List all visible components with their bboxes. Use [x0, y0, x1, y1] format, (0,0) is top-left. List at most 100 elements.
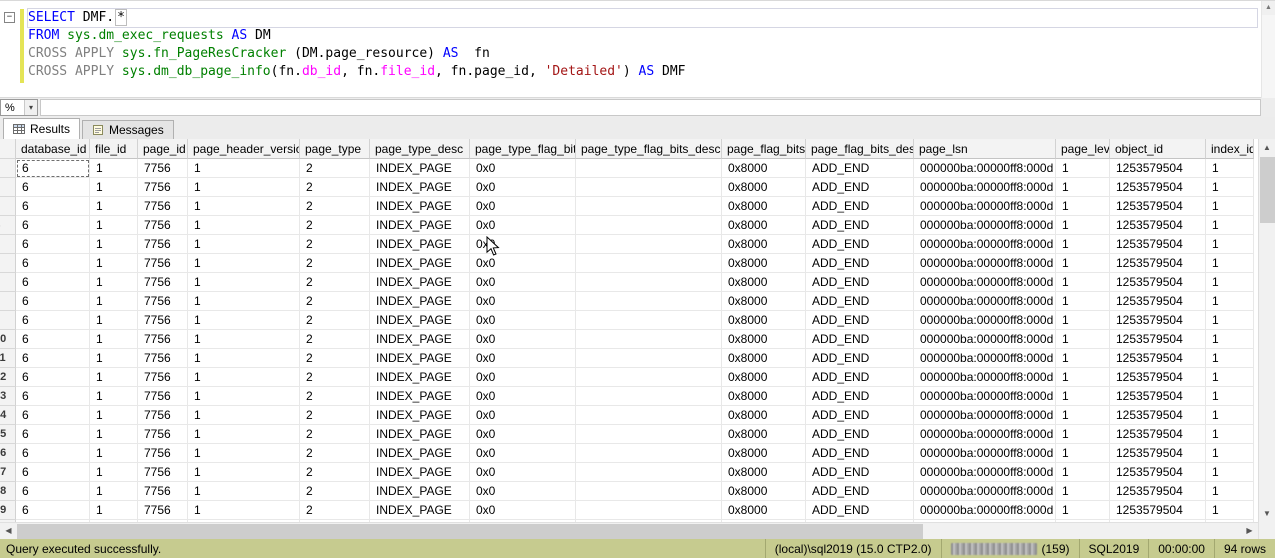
grid-cell[interactable]: 1 — [90, 292, 138, 311]
grid-cell[interactable]: 0x8000 — [722, 292, 806, 311]
grid-cell[interactable]: 1 — [1056, 292, 1110, 311]
grid-cell[interactable]: 1 — [1056, 349, 1110, 368]
grid-cell[interactable]: 2 — [300, 463, 370, 482]
grid-cell[interactable]: 1253579504 — [1110, 292, 1206, 311]
grid-cell[interactable]: 1 — [1056, 273, 1110, 292]
row-header[interactable]: 1 — [0, 159, 16, 178]
grid-cell[interactable]: 1 — [1056, 444, 1110, 463]
column-header[interactable]: page_header_version — [188, 139, 300, 159]
grid-cell[interactable]: 000000ba:00000ff8:000d — [914, 463, 1056, 482]
row-header[interactable]: 19 — [0, 501, 16, 520]
grid-cell[interactable]: 000000ba:00000ff8:000d — [914, 482, 1056, 501]
grid-cell[interactable]: 0x8000 — [722, 273, 806, 292]
column-header[interactable]: index_id — [1206, 139, 1254, 159]
grid-cell[interactable]: 7756 — [138, 387, 188, 406]
grid-cell[interactable]: 6 — [16, 254, 90, 273]
grid-cell[interactable]: 000000ba:00000ff8:000d — [914, 311, 1056, 330]
grid-cell[interactable]: 0x8000 — [722, 349, 806, 368]
scroll-right-icon[interactable]: ▶ — [1241, 523, 1258, 539]
grid-cell[interactable]: 1 — [188, 178, 300, 197]
grid-cell[interactable]: 6 — [16, 482, 90, 501]
grid-cell[interactable]: 000000ba:00000ff8:000d — [914, 292, 1056, 311]
grid-cell[interactable]: 0x0 — [470, 311, 576, 330]
code-fold-icon[interactable]: − — [4, 12, 15, 23]
grid-cell[interactable] — [576, 387, 722, 406]
grid-cell[interactable]: 1 — [1206, 387, 1254, 406]
grid-cell[interactable]: 7756 — [138, 159, 188, 178]
grid-cell[interactable]: 1 — [188, 425, 300, 444]
grid-cell[interactable]: 7756 — [138, 178, 188, 197]
grid-cell[interactable]: 1 — [1206, 235, 1254, 254]
grid-cell[interactable] — [576, 311, 722, 330]
grid-cell[interactable]: 000000ba:00000ff8:000d — [914, 425, 1056, 444]
row-header[interactable]: 8 — [0, 292, 16, 311]
grid-cell[interactable]: 1 — [90, 425, 138, 444]
grid-cell[interactable]: 6 — [16, 273, 90, 292]
grid-cell[interactable]: 1 — [1206, 273, 1254, 292]
grid-cell[interactable]: 000000ba:00000ff8:000d — [914, 178, 1056, 197]
chevron-down-icon[interactable]: ▾ — [24, 100, 37, 115]
grid-cell[interactable]: INDEX_PAGE — [370, 273, 470, 292]
grid-cell[interactable]: 6 — [16, 463, 90, 482]
grid-cell[interactable]: 2 — [300, 501, 370, 520]
grid-cell[interactable]: 1 — [1056, 159, 1110, 178]
grid-cell[interactable]: 1 — [90, 254, 138, 273]
row-header[interactable]: 2 — [0, 178, 16, 197]
grid-cell[interactable]: 1 — [188, 501, 300, 520]
code-lines[interactable]: SELECT DMF.*FROM sys.dm_exec_requests AS… — [28, 9, 1257, 81]
column-header[interactable]: file_id — [90, 139, 138, 159]
grid-cell[interactable]: INDEX_PAGE — [370, 425, 470, 444]
grid-cell[interactable]: 1253579504 — [1110, 159, 1206, 178]
grid-cell[interactable]: 1253579504 — [1110, 197, 1206, 216]
grid-cell[interactable]: ADD_END — [806, 349, 914, 368]
grid-cell[interactable]: 1 — [90, 406, 138, 425]
grid-cell[interactable]: 2 — [300, 444, 370, 463]
grid-cell[interactable]: INDEX_PAGE — [370, 254, 470, 273]
grid-cell[interactable]: ADD_END — [806, 197, 914, 216]
grid-cell[interactable]: 7756 — [138, 254, 188, 273]
grid-cell[interactable]: 1 — [90, 482, 138, 501]
grid-cell[interactable]: 1 — [188, 463, 300, 482]
grid-cell[interactable]: 1 — [1206, 501, 1254, 520]
grid-cell[interactable]: ADD_END — [806, 501, 914, 520]
grid-cell[interactable]: 1 — [1206, 159, 1254, 178]
code-line[interactable]: CROSS APPLY sys.dm_db_page_info(fn.db_id… — [28, 63, 1257, 81]
row-header[interactable]: 10 — [0, 330, 16, 349]
grid-cell[interactable]: 6 — [16, 159, 90, 178]
grid-cell[interactable]: 6 — [16, 349, 90, 368]
grid-cell[interactable]: 1 — [90, 159, 138, 178]
grid-cell[interactable]: 1 — [90, 197, 138, 216]
grid-cell[interactable]: ADD_END — [806, 235, 914, 254]
grid-cell[interactable]: 1 — [1056, 387, 1110, 406]
grid-cell[interactable]: ADD_END — [806, 273, 914, 292]
grid-cell[interactable] — [576, 159, 722, 178]
grid-cell[interactable]: 1 — [90, 311, 138, 330]
grid-cell[interactable]: ADD_END — [806, 292, 914, 311]
grid-cell[interactable]: 6 — [16, 216, 90, 235]
grid-cell[interactable]: 000000ba:00000ff8:000d — [914, 159, 1056, 178]
grid-cell[interactable]: 1 — [188, 235, 300, 254]
grid-cell[interactable]: ADD_END — [806, 330, 914, 349]
code-line[interactable]: SELECT DMF.* — [28, 9, 1257, 27]
grid-cell[interactable]: 000000ba:00000ff8:000d — [914, 216, 1056, 235]
grid-cell[interactable]: INDEX_PAGE — [370, 349, 470, 368]
column-header[interactable]: page_flag_bits_desc — [806, 139, 914, 159]
grid-cell[interactable]: ADD_END — [806, 311, 914, 330]
grid-cell[interactable]: 1 — [90, 273, 138, 292]
grid-cell[interactable]: 0x8000 — [722, 444, 806, 463]
grid-cell[interactable]: 1253579504 — [1110, 406, 1206, 425]
grid-cell[interactable]: INDEX_PAGE — [370, 444, 470, 463]
row-header[interactable]: 16 — [0, 444, 16, 463]
grid-cell[interactable]: 1 — [1056, 463, 1110, 482]
grid-cell[interactable]: 0x8000 — [722, 235, 806, 254]
grid-cell[interactable]: 0x0 — [470, 349, 576, 368]
grid-cell[interactable]: ADD_END — [806, 254, 914, 273]
grid-cell[interactable]: INDEX_PAGE — [370, 235, 470, 254]
grid-cell[interactable]: 1 — [188, 311, 300, 330]
grid-cell[interactable]: 1 — [90, 368, 138, 387]
row-header[interactable]: 15 — [0, 425, 16, 444]
grid-cell[interactable]: ADD_END — [806, 463, 914, 482]
grid-cell[interactable]: 7756 — [138, 292, 188, 311]
grid-cell[interactable]: 1253579504 — [1110, 178, 1206, 197]
grid-cell[interactable]: ADD_END — [806, 425, 914, 444]
